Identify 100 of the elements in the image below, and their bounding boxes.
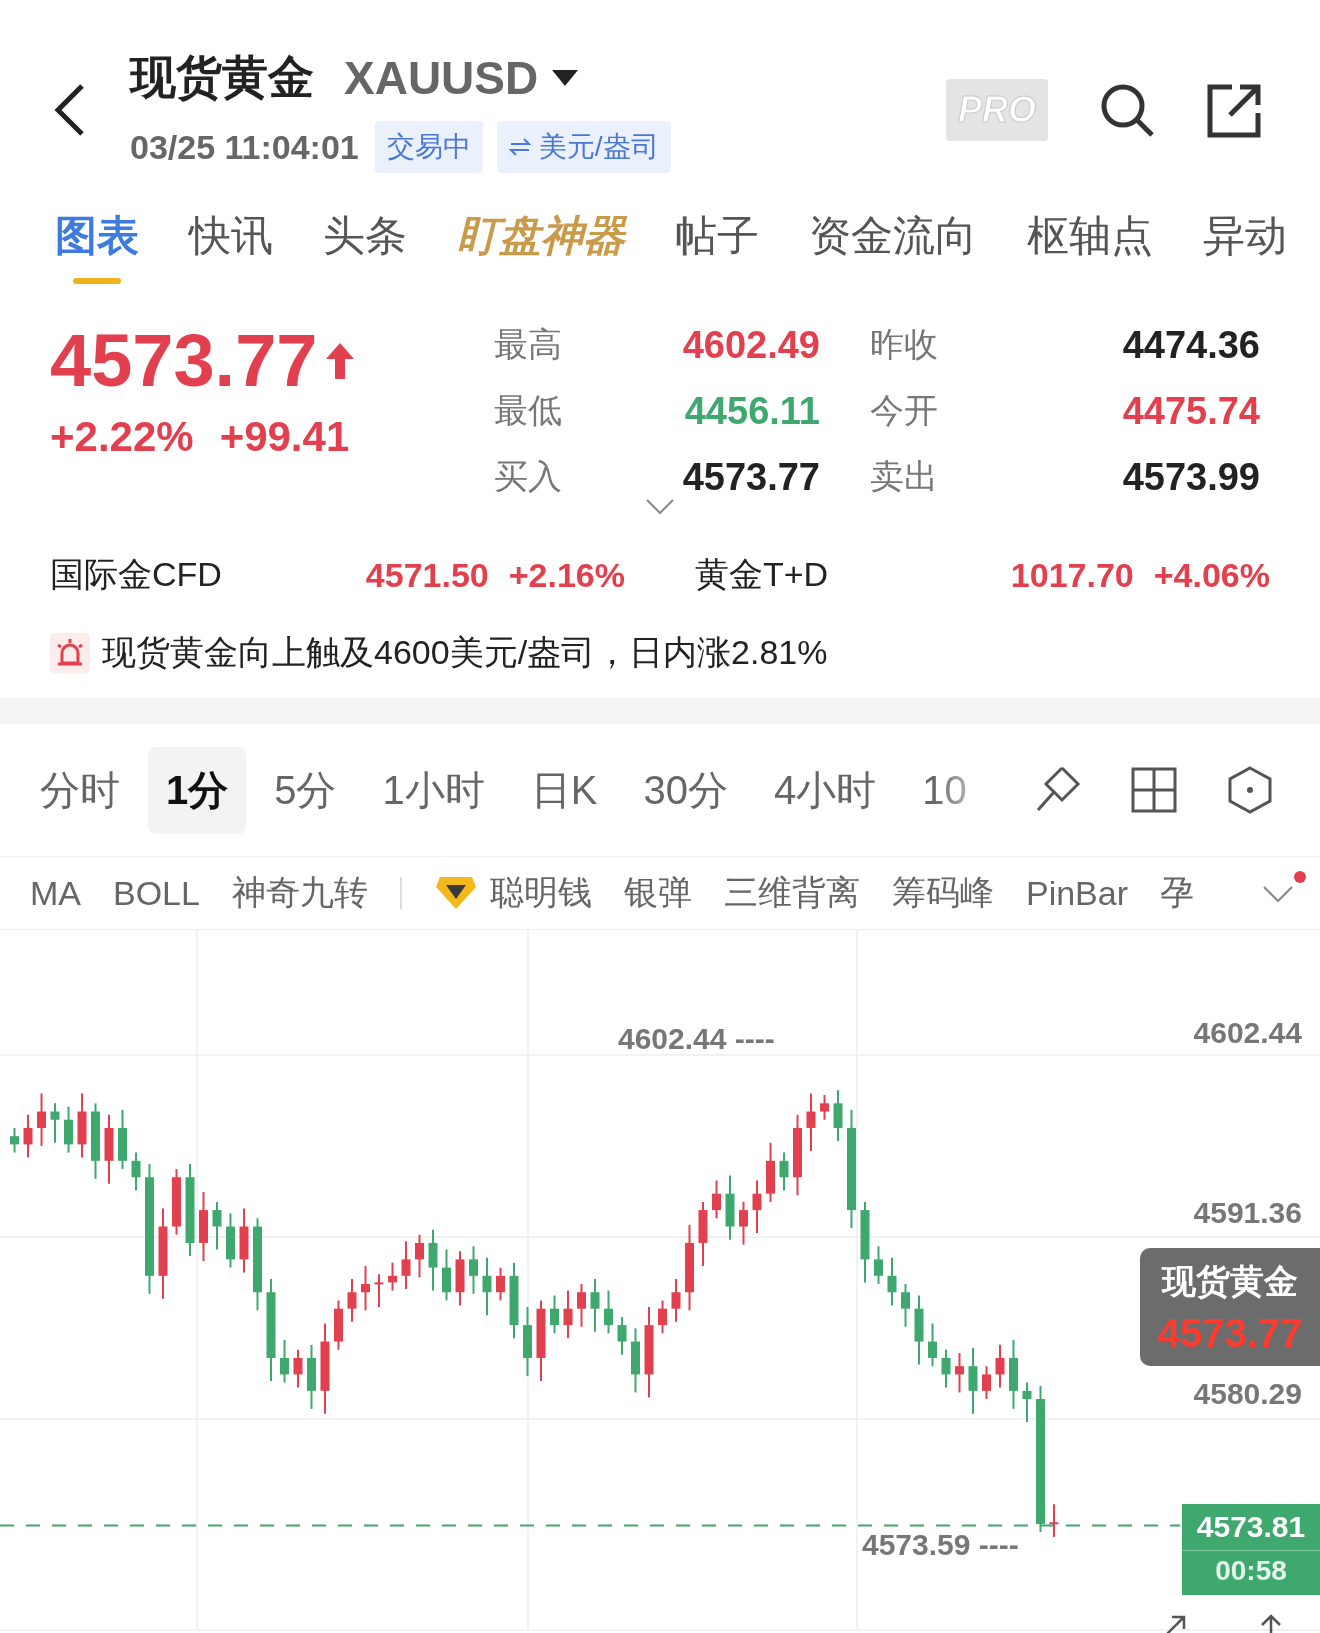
candle — [496, 1266, 505, 1302]
tab[interactable]: 快讯 — [189, 208, 273, 284]
tab[interactable]: 帖子 — [675, 208, 759, 284]
candle — [428, 1228, 438, 1292]
candle — [293, 1348, 303, 1389]
candle — [928, 1322, 937, 1368]
candle — [415, 1233, 424, 1279]
stat-value: 4602.49 — [681, 323, 821, 367]
change-percent: +2.22% — [50, 413, 194, 461]
candle — [617, 1315, 627, 1356]
candle — [482, 1256, 492, 1317]
candle — [968, 1347, 978, 1415]
candle — [374, 1273, 384, 1309]
related-change: +2.16% — [508, 555, 625, 595]
stat-value: 4456.11 — [683, 389, 821, 433]
candle — [887, 1256, 897, 1307]
stat-value: 4573.99 — [1121, 455, 1261, 499]
indicator-tab[interactable]: 银弹 — [623, 870, 692, 916]
unit-badge[interactable]: 美元/盎司 — [496, 121, 671, 173]
indicator-tab[interactable]: BOLL — [113, 873, 200, 913]
candle — [806, 1092, 816, 1152]
candle — [361, 1264, 370, 1312]
indicator-tab[interactable]: MA — [30, 873, 81, 913]
candle — [280, 1338, 289, 1384]
candle — [914, 1294, 924, 1366]
related-name[interactable]: 黄金T+D — [695, 552, 991, 598]
candle — [442, 1248, 451, 1302]
axis-label: 4580.29 — [1193, 1377, 1302, 1411]
period-tab[interactable]: 日K — [512, 746, 616, 834]
instrument-title: 现货黄金 — [130, 50, 314, 105]
stat-label: 最高 — [493, 324, 563, 365]
candle — [334, 1299, 343, 1351]
stat-label: 卖出 — [869, 456, 939, 497]
candle — [725, 1174, 735, 1241]
candle — [469, 1245, 478, 1295]
timestamp: 03/25 11:04:01 — [130, 127, 359, 167]
indicator-tab[interactable]: 三维背离 — [723, 870, 860, 916]
candle — [455, 1250, 465, 1307]
candle — [212, 1200, 222, 1251]
tab[interactable]: 头条 — [323, 208, 407, 284]
candle — [172, 1168, 181, 1236]
candle — [577, 1283, 586, 1328]
candle — [941, 1348, 951, 1389]
indicator-tab[interactable]: 筹码峰 — [891, 870, 994, 916]
status-badge: 交易中 — [374, 121, 483, 173]
indicator-tab[interactable]: 聪明钱 — [433, 870, 592, 916]
period-tab[interactable]: 1小时 — [364, 746, 503, 834]
candle — [955, 1352, 964, 1394]
stat-value: 4475.74 — [1121, 389, 1261, 433]
candle — [307, 1343, 316, 1410]
related-price: 1017.70 — [1010, 555, 1134, 595]
last-price-tag: 4573.81 00:58 — [1182, 1504, 1320, 1595]
indicator-tab[interactable]: 神奇九转 — [231, 870, 368, 916]
candle — [77, 1092, 87, 1159]
symbol-selector[interactable]: XAUUSD — [344, 51, 539, 105]
stat-label: 买入 — [493, 456, 563, 497]
last-price: 4573.77 — [50, 318, 318, 403]
caret-icon[interactable] — [552, 70, 579, 86]
candle — [631, 1327, 640, 1394]
expand-chevron-icon[interactable] — [645, 498, 675, 516]
tab[interactable]: 异动 — [1203, 208, 1287, 284]
low-marker: 4573.59 ---- — [862, 1528, 1019, 1562]
axis-label: 4591.36 — [1193, 1196, 1302, 1230]
candle — [239, 1207, 249, 1274]
high-marker: 4602.44 ---- — [618, 1022, 775, 1056]
candle — [671, 1278, 681, 1323]
candle — [779, 1151, 789, 1192]
candle — [118, 1108, 127, 1170]
candle — [1022, 1381, 1032, 1424]
period-tab[interactable]: 1分 — [148, 746, 247, 834]
candle — [901, 1283, 910, 1328]
candle — [401, 1240, 411, 1290]
candle — [199, 1191, 208, 1263]
period-tab[interactable]: 5分 — [256, 746, 355, 834]
period-tab[interactable]: 4小时 — [755, 746, 895, 834]
axis-label: 4602.44 — [1193, 1016, 1302, 1050]
tab[interactable]: 图表 — [55, 208, 139, 284]
candle — [388, 1261, 397, 1292]
candle — [226, 1212, 235, 1269]
candle — [712, 1179, 721, 1220]
indicator-tab[interactable]: PinBar — [1025, 873, 1128, 913]
candle — [1009, 1338, 1018, 1410]
period-tab[interactable]: 30分 — [625, 746, 746, 834]
candle — [104, 1113, 114, 1185]
candle — [820, 1094, 829, 1121]
candle — [698, 1200, 708, 1267]
candle — [523, 1306, 532, 1378]
indicator-tab[interactable]: 孕 — [1160, 870, 1194, 916]
period-tab[interactable]: 分时 — [22, 746, 138, 834]
tab[interactable]: 资金流向 — [809, 208, 977, 284]
candle — [10, 1126, 19, 1154]
tab[interactable]: 枢轴点 — [1027, 208, 1153, 284]
stat-label: 今开 — [869, 390, 939, 431]
candle — [1049, 1503, 1059, 1539]
related-name[interactable]: 国际金CFD — [50, 552, 346, 598]
alert-text[interactable]: 现货黄金向上触及4600美元/盎司，日内涨2.81% — [102, 630, 828, 676]
candle — [347, 1278, 357, 1323]
candle — [590, 1278, 600, 1333]
price-tag: 现货黄金 4573.77 — [1140, 1248, 1320, 1366]
period-tab[interactable]: 10 — [904, 751, 985, 829]
